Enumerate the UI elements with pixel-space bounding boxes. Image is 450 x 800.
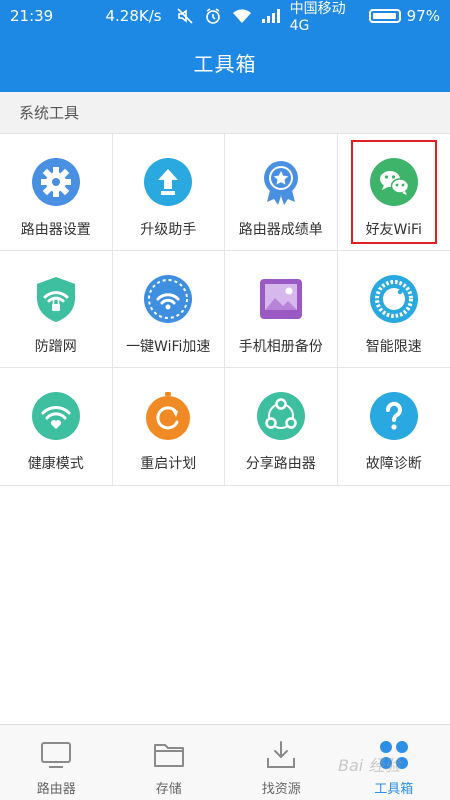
tool-anti-freeloader[interactable]: 防蹭网 — [0, 251, 113, 368]
tools-grid: 路由器设置 升级助手 路由器成绩单 好友WiFi 防蹭网 一键WiFi加速 手机… — [0, 134, 450, 486]
bottom-nav: 路由器 存储 找资源 工具箱 — [0, 724, 450, 800]
question-icon — [369, 392, 418, 440]
upload-arrow-icon — [144, 158, 193, 206]
tool-label: 重启计划 — [140, 456, 197, 472]
nav-label: 找资源 — [261, 782, 301, 797]
nav-find-resources[interactable]: 找资源 — [225, 725, 338, 800]
tool-diagnosis[interactable]: 故障诊断 — [338, 368, 450, 485]
tool-label: 一键WiFi加速 — [126, 339, 211, 355]
tool-friend-wifi[interactable]: 好友WiFi — [337, 134, 450, 251]
carrier-label: 中国移动 4G — [289, 1, 346, 34]
restart-timer-icon — [146, 392, 191, 440]
section-header: 系统工具 — [0, 92, 450, 134]
tool-label: 分享路由器 — [245, 456, 316, 472]
nav-label: 工具箱 — [374, 782, 414, 797]
nav-label: 路由器 — [36, 782, 76, 797]
status-bar: 21:39 4.28K/s 中国移动 4G 97% — [0, 0, 450, 34]
tool-router-settings[interactable]: 路由器设置 — [0, 134, 113, 251]
tool-label: 防蹭网 — [34, 339, 77, 355]
tool-label: 健康模式 — [27, 456, 84, 472]
nav-label: 存储 — [155, 782, 182, 797]
award-ribbon-icon — [263, 161, 298, 205]
share-nodes-icon — [256, 392, 305, 440]
heart-wifi-icon — [31, 392, 80, 440]
wechat-icon — [369, 158, 418, 206]
page-title: 工具箱 — [193, 51, 257, 76]
mute-icon — [177, 8, 193, 24]
tool-label: 智能限速 — [365, 339, 422, 355]
tool-label: 路由器设置 — [20, 222, 91, 238]
tool-label: 故障诊断 — [365, 456, 422, 472]
tool-wifi-boost[interactable]: 一键WiFi加速 — [112, 251, 225, 368]
alarm-icon — [205, 8, 220, 24]
battery-fill — [372, 13, 396, 19]
status-icons — [176, 7, 280, 25]
tool-label: 手机相册备份 — [238, 339, 323, 355]
tool-label: 路由器成绩单 — [238, 222, 323, 238]
nav-toolbox[interactable]: 工具箱 — [338, 725, 450, 800]
wifi-speedometer-icon — [144, 275, 193, 323]
tool-smart-limit[interactable]: 智能限速 — [337, 251, 450, 368]
network-speed: 4.28K/s — [105, 7, 162, 25]
monitor-icon — [41, 742, 72, 768]
wifi-icon — [232, 9, 251, 23]
tool-label: 好友WiFi — [365, 222, 422, 238]
battery-percent: 97% — [406, 7, 440, 25]
download-tray-icon — [267, 741, 296, 768]
tool-health-mode[interactable]: 健康模式 — [0, 368, 113, 485]
tool-router-report[interactable]: 路由器成绩单 — [225, 134, 338, 251]
page-title-bar: 工具箱 — [0, 32, 450, 92]
gear-icon — [31, 158, 80, 206]
nav-storage[interactable]: 存储 — [113, 725, 226, 800]
toolbox-dots-icon — [379, 741, 408, 769]
tool-upgrade-assistant[interactable]: 升级助手 — [112, 134, 225, 251]
tool-share-router[interactable]: 分享路由器 — [225, 368, 338, 485]
tool-restart-schedule[interactable]: 重启计划 — [113, 368, 225, 485]
shield-wifi-icon — [36, 277, 75, 322]
battery-icon — [368, 9, 401, 23]
battery-indicator: 97% — [368, 7, 440, 25]
nav-router[interactable]: 路由器 — [0, 725, 113, 800]
tool-photo-backup[interactable]: 手机相册备份 — [225, 251, 338, 368]
photo-album-icon — [259, 279, 302, 319]
tool-label: 升级助手 — [140, 222, 197, 238]
folder-icon — [153, 744, 184, 767]
status-time: 21:39 — [10, 7, 54, 25]
signal-icon — [261, 9, 280, 23]
dial-gauge-icon — [369, 275, 418, 323]
section-title: 系统工具 — [19, 104, 80, 122]
